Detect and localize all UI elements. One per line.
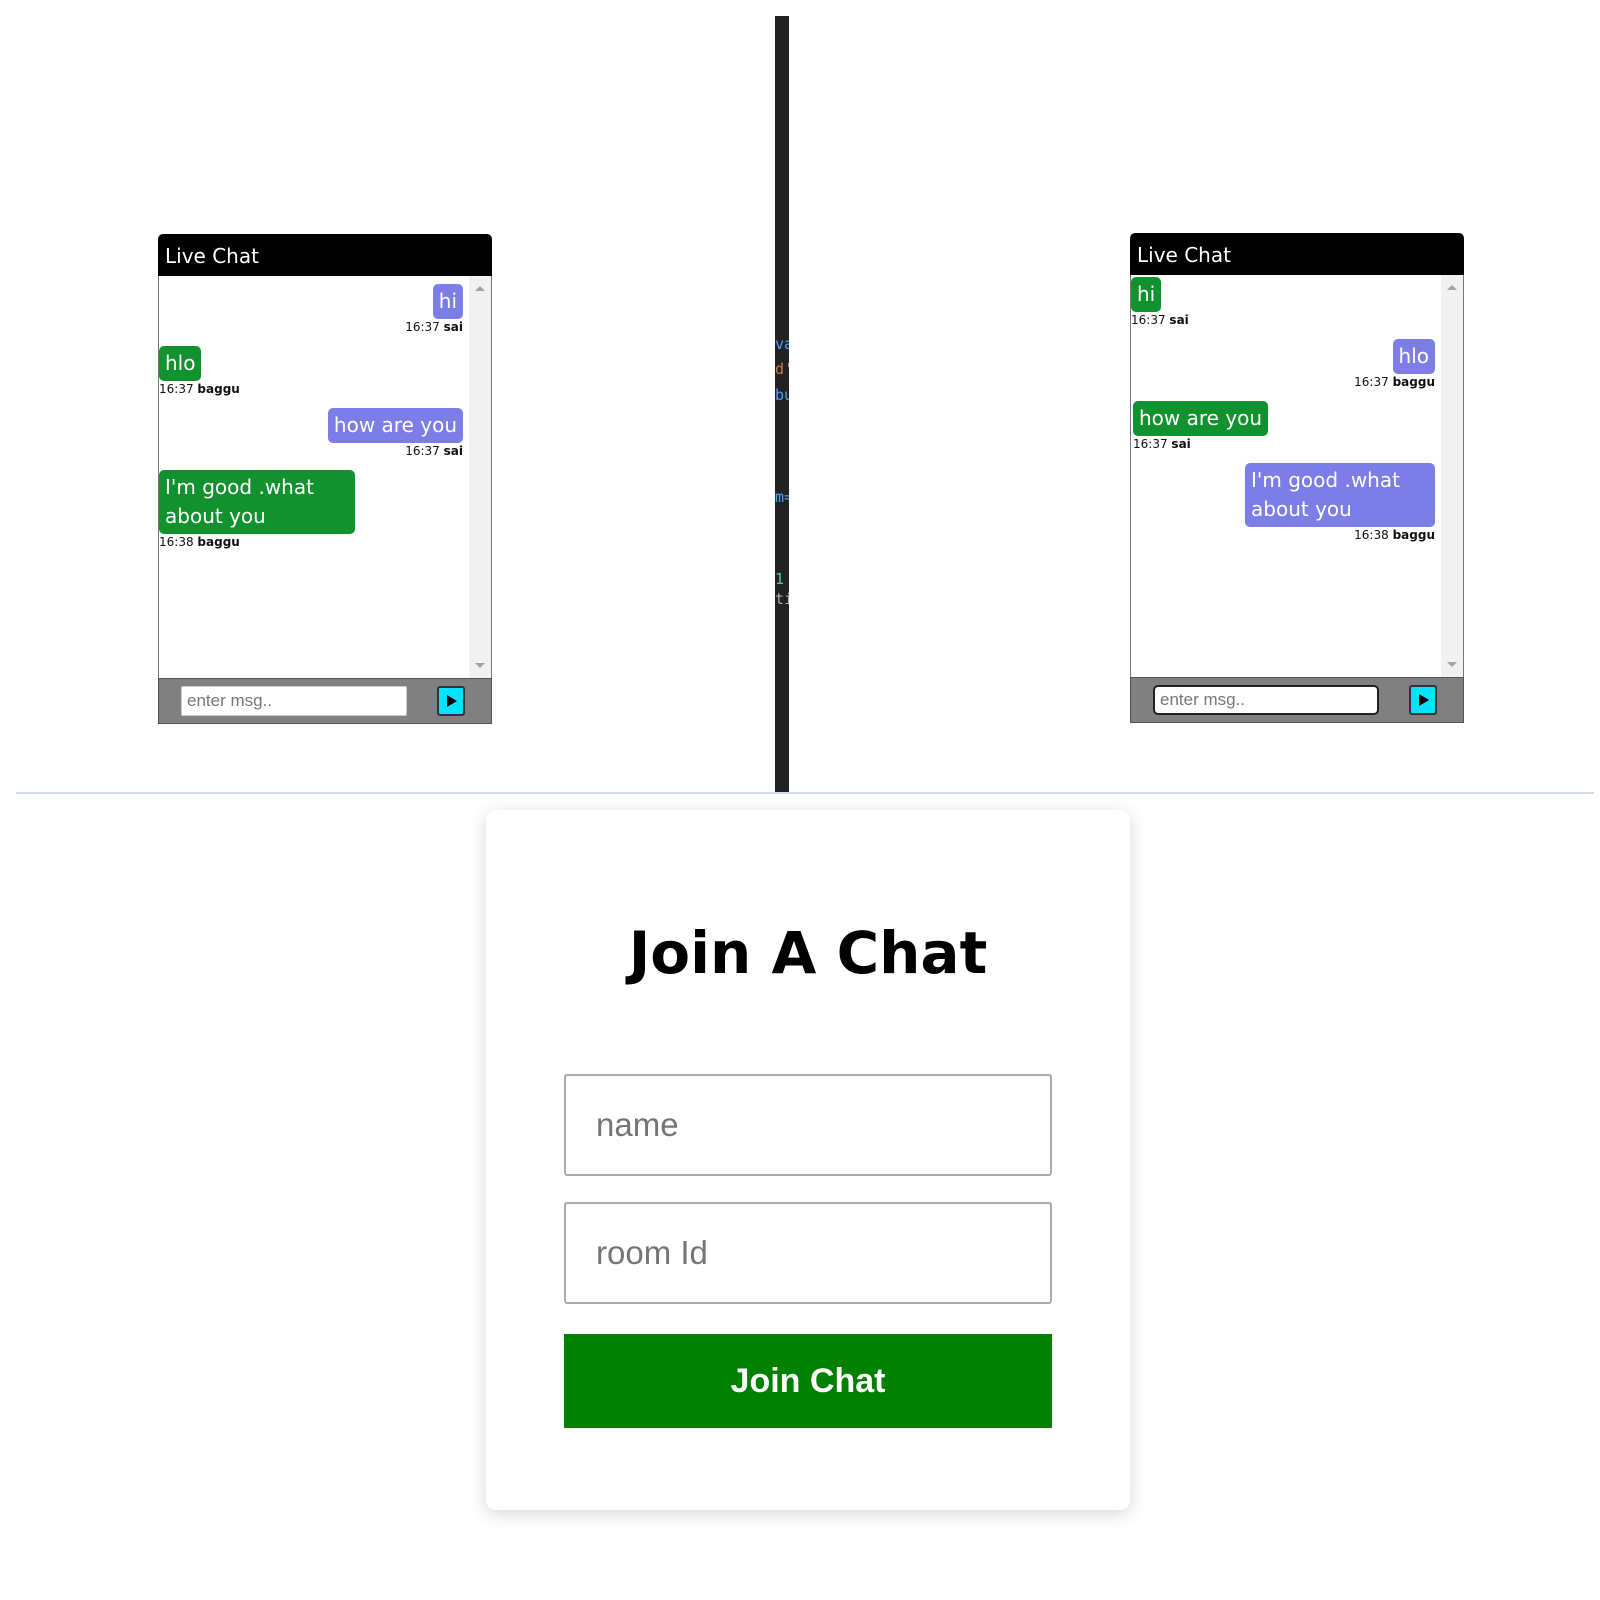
left-message-2: hlo 16:37 baggu (159, 346, 240, 397)
join-chat-button[interactable]: Join Chat (564, 1334, 1052, 1428)
message-user: baggu (197, 535, 240, 549)
message-user: baggu (1392, 375, 1435, 389)
left-message-4: I'm good .what about you 16:38 baggu (159, 470, 355, 550)
message-bubble: I'm good .what about you (159, 470, 355, 534)
code-fragment: 1 (775, 572, 785, 587)
left-message-1: hi 16:37 sai (405, 284, 463, 335)
message-bubble: hi (1131, 277, 1162, 312)
message-user: baggu (197, 382, 240, 396)
message-time: 16:38 (1354, 528, 1389, 542)
right-message-input[interactable] (1153, 685, 1379, 715)
message-time: 16:37 (405, 320, 440, 334)
message-time: 16:37 (1131, 313, 1166, 327)
code-fragment: m= (775, 490, 789, 505)
right-chat-messages[interactable]: hi 16:37 sai hlo 16:37 baggu how are you… (1130, 275, 1464, 677)
message-bubble: how are you (1133, 401, 1269, 436)
right-message-1: hi 16:37 sai (1131, 277, 1189, 328)
right-send-button[interactable] (1409, 685, 1437, 715)
right-message-3: how are you 16:37 sai (1133, 401, 1269, 452)
left-chat-window: Live Chat hi 16:37 sai hlo 16:37 baggu h… (158, 234, 492, 724)
play-icon (1419, 694, 1429, 706)
message-bubble: hi (432, 284, 463, 319)
vertical-divider (775, 16, 789, 792)
right-chat-title: Live Chat (1137, 243, 1231, 267)
code-fragment: bu (775, 388, 789, 403)
message-bubble: hlo (1392, 339, 1435, 374)
message-user: sai (443, 320, 463, 334)
right-message-2: hlo 16:37 baggu (1354, 339, 1435, 390)
join-title: Join A Chat (628, 919, 988, 987)
message-meta: 16:37 sai (1131, 312, 1189, 328)
message-user: sai (1169, 313, 1189, 327)
left-message-3: how are you 16:37 sai (327, 408, 463, 459)
right-chat-footer (1130, 677, 1464, 723)
scroll-down-arrow-icon[interactable] (475, 663, 485, 668)
left-chat-footer (158, 678, 492, 724)
name-input[interactable] (564, 1074, 1052, 1176)
screenshot-canvas: Live Chat hi 16:37 sai hlo 16:37 baggu h… (0, 0, 1600, 1600)
message-time: 16:37 (405, 444, 440, 458)
message-meta: 16:37 sai (405, 319, 463, 335)
horizontal-divider (16, 792, 1594, 794)
right-chat-window: Live Chat hi 16:37 sai hlo 16:37 baggu h… (1130, 233, 1464, 723)
scroll-down-arrow-icon[interactable] (1447, 662, 1457, 667)
message-user: sai (443, 444, 463, 458)
right-chat-header: Live Chat (1130, 233, 1464, 275)
message-time: 16:38 (159, 535, 194, 549)
room-id-input[interactable] (564, 1202, 1052, 1304)
message-meta: 16:38 baggu (159, 534, 355, 550)
right-message-4: I'm good .what about you 16:38 baggu (1245, 463, 1435, 543)
code-fragment: ti (775, 592, 789, 607)
message-bubble: I'm good .what about you (1245, 463, 1435, 527)
left-send-button[interactable] (437, 686, 465, 716)
message-meta: 16:37 sai (328, 443, 463, 459)
message-meta: 16:37 baggu (1354, 374, 1435, 390)
message-time: 16:37 (1133, 437, 1168, 451)
message-meta: 16:37 sai (1133, 436, 1268, 452)
scroll-up-arrow-icon[interactable] (475, 286, 485, 291)
left-message-input[interactable] (181, 686, 407, 716)
message-bubble: how are you (327, 408, 463, 443)
right-chat-scrollbar[interactable] (1441, 275, 1463, 677)
message-meta: 16:38 baggu (1245, 527, 1435, 543)
left-chat-scrollbar[interactable] (469, 276, 491, 678)
left-chat-messages[interactable]: hi 16:37 sai hlo 16:37 baggu how are you… (158, 276, 492, 678)
left-chat-title: Live Chat (165, 244, 259, 268)
scroll-up-arrow-icon[interactable] (1447, 285, 1457, 290)
code-fragment: va (775, 337, 789, 352)
message-time: 16:37 (159, 382, 194, 396)
join-chat-card: Join A Chat Join Chat (486, 810, 1130, 1510)
message-meta: 16:37 baggu (159, 381, 240, 397)
message-user: baggu (1392, 528, 1435, 542)
code-fragment: d' (775, 362, 789, 377)
message-time: 16:37 (1354, 375, 1389, 389)
message-user: sai (1171, 437, 1191, 451)
play-icon (447, 695, 457, 707)
left-chat-header: Live Chat (158, 234, 492, 276)
message-bubble: hlo (159, 346, 202, 381)
